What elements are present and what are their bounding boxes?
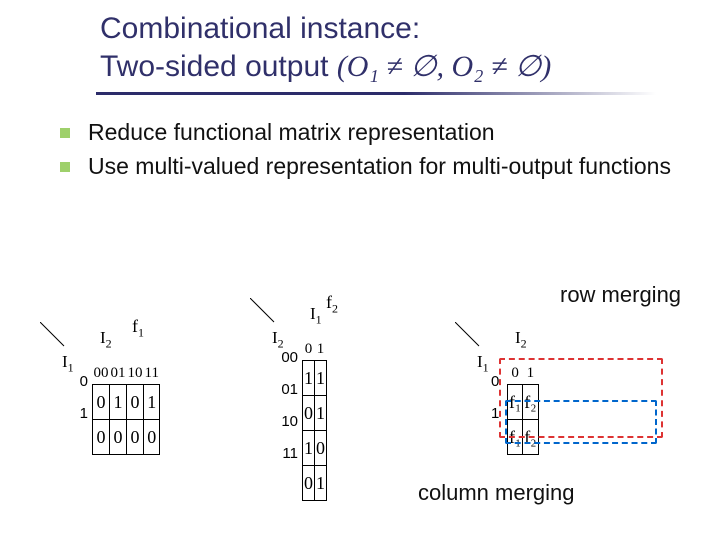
- row-merging-label: row merging: [560, 282, 681, 308]
- title-math: (O₁ ≠ ∅, O₂ ≠ ∅): [337, 50, 551, 83]
- diagram-area: f1 I2 I1 0 1 00 01 10 11: [0, 280, 720, 540]
- table-f2: f2 I1 I2 00 01 10 11 0 1 11: [250, 298, 278, 326]
- table3-diagonal-icon: [455, 322, 483, 350]
- table3-col-axis: I2: [515, 328, 527, 351]
- bullet-item: Use multi-valued representation for mult…: [60, 152, 680, 182]
- table3-row-axis: I1: [477, 352, 489, 375]
- table2-col-axis: I1: [310, 304, 322, 327]
- table1-grid: 00 01 10 11 0 1 0 1 0 0 0 0: [92, 362, 160, 455]
- table2-row-headers: 00 01 10 11: [280, 342, 298, 470]
- table2-diagonal-icon: [250, 298, 278, 326]
- table1-function-label: f1: [132, 316, 144, 341]
- bullet-item: Reduce functional matrix representation: [60, 118, 680, 148]
- title-prefix: Two-sided output: [100, 50, 337, 83]
- bullet-text: Reduce functional matrix representation: [88, 118, 495, 148]
- bullet-list: Reduce functional matrix representation …: [60, 118, 680, 186]
- table2-function-label: f2: [326, 292, 338, 317]
- table1-row-axis: I1: [62, 352, 74, 375]
- title-line-1: Combinational instance:: [100, 10, 700, 48]
- column-merging-label: column merging: [418, 480, 575, 506]
- bullet-square-icon: [60, 162, 70, 172]
- table-merged: I2 I1 0 1 0 1 f₁f₂ f₁f₂: [455, 322, 483, 350]
- bullet-text: Use multi-valued representation for mult…: [88, 152, 671, 182]
- bullet-square-icon: [60, 128, 70, 138]
- title-line-2: Two-sided output (O₁ ≠ ∅, O₂ ≠ ∅): [100, 48, 700, 86]
- table1-col-axis: I2: [100, 328, 112, 351]
- title-underline: [96, 92, 656, 95]
- table2-grid: 0 1 11 01 10 01: [302, 338, 327, 501]
- column-merging-outline: [505, 400, 657, 444]
- table1-row-headers: 0 1: [76, 366, 88, 430]
- table1-diagonal-icon: [40, 322, 68, 350]
- slide-title: Combinational instance: Two-sided output…: [100, 10, 700, 85]
- table-f1: f1 I2 I1 0 1 00 01 10 11: [40, 322, 68, 350]
